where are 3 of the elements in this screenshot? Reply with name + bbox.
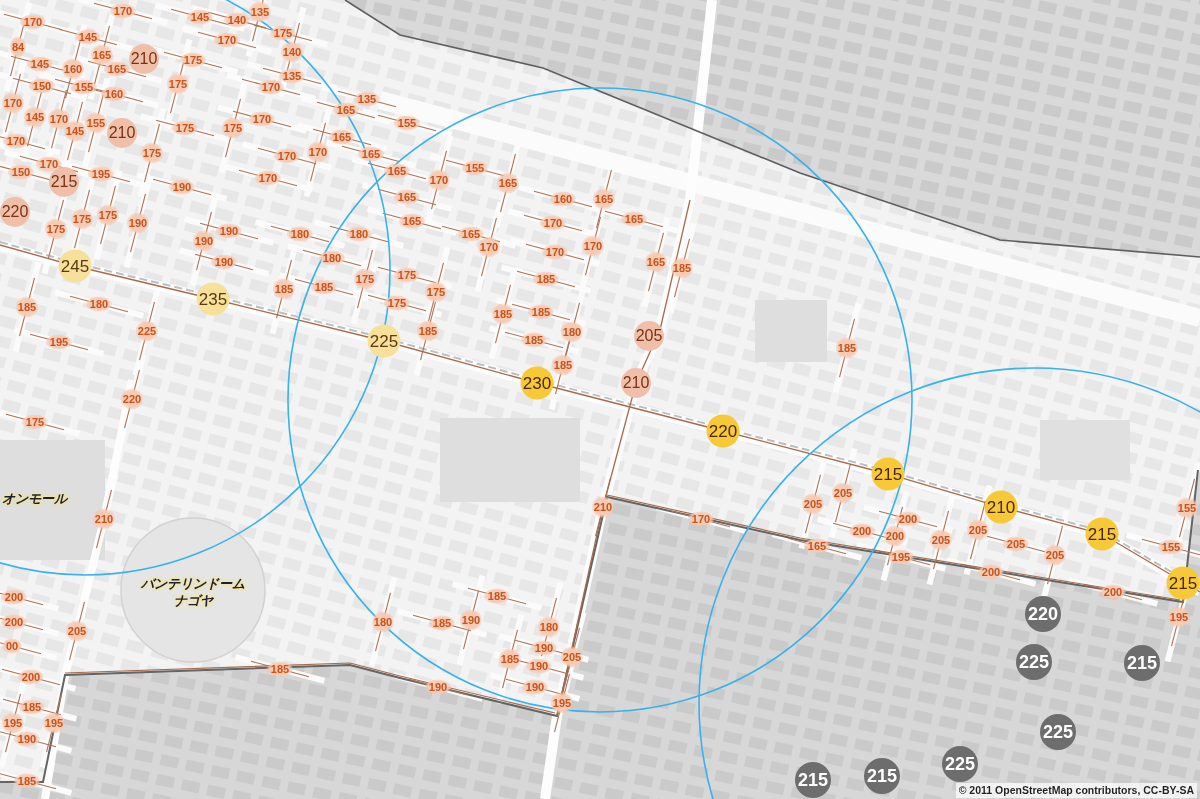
attribution-text: © 2011 OpenStreetMap contributors, CC-BY-SA (955, 783, 1197, 798)
landmark-label: オンモール (1, 489, 67, 507)
landmark-label: バンテリンドーム ナゴヤ (141, 575, 245, 609)
